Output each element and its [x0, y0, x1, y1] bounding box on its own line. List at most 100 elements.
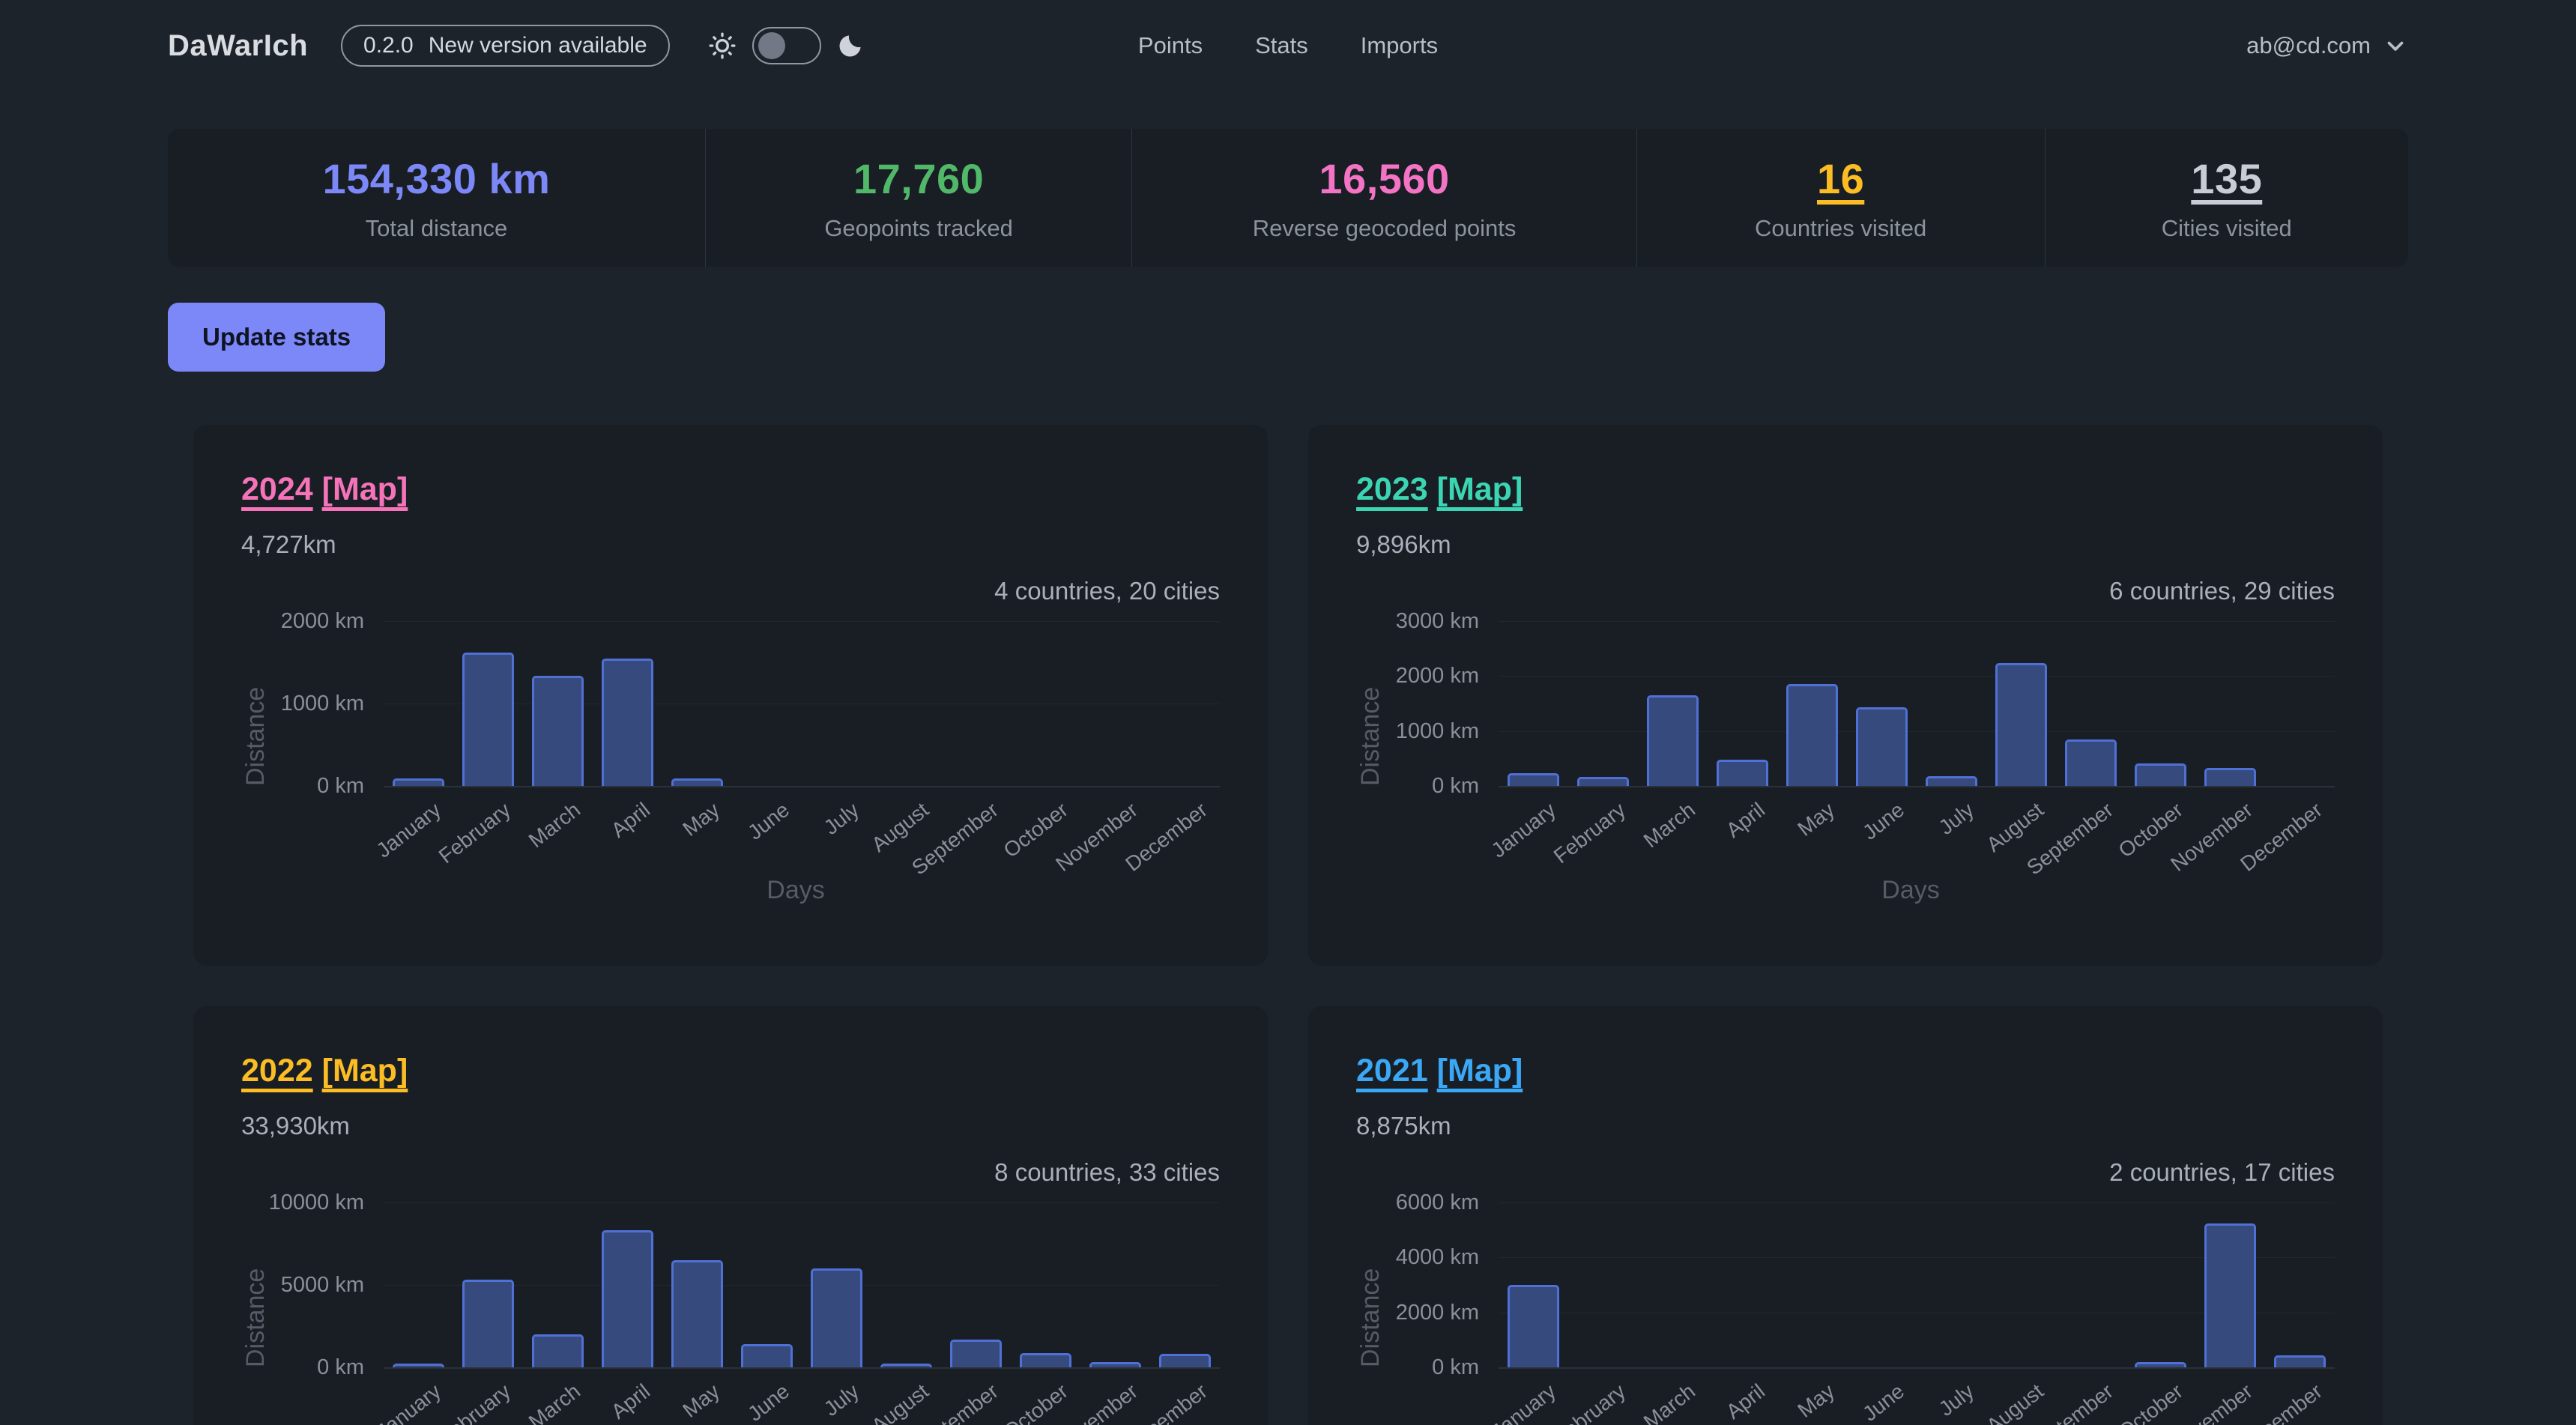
- stat-geopoints: 17,760 Geopoints tracked: [705, 129, 1132, 267]
- year-card-2023: 2023 [Map] 9,896km 6 countries, 29 citie…: [1308, 425, 2383, 966]
- x-tick-label: February: [1549, 1379, 1630, 1425]
- stat-value: 17,760: [853, 154, 984, 203]
- chart-bar: [1856, 707, 1907, 786]
- countries-visited-link[interactable]: 16: [1817, 154, 1864, 203]
- x-tick-label: May: [679, 798, 725, 841]
- chart-bar: [741, 1344, 792, 1367]
- stat-label: Total distance: [366, 215, 508, 242]
- x-tick-label: January: [1487, 1379, 1561, 1425]
- y-tick-label: 1000 km: [281, 692, 364, 715]
- card-head: 2024 [Map]: [241, 471, 1220, 507]
- chart-bar: [462, 653, 513, 786]
- app-logo[interactable]: DaWarIch: [168, 29, 308, 63]
- theme-toggle[interactable]: [752, 27, 821, 64]
- y-tick-label: 0 km: [317, 774, 364, 798]
- x-tick-label: June: [743, 798, 794, 845]
- distance-chart-2022: Distance 10000 km5000 km0 km JanuaryFebr…: [241, 1202, 1220, 1425]
- x-axis-title: Days: [1499, 876, 2323, 905]
- y-axis-title: Distance: [1356, 621, 1385, 786]
- header-left: DaWarIch 0.2.0 New version available: [168, 25, 865, 67]
- y-tick-label: 6000 km: [1396, 1190, 1479, 1214]
- x-tick-label: April: [1722, 798, 1770, 843]
- user-menu[interactable]: ab@cd.com: [2246, 32, 2408, 59]
- x-tick-label: June: [743, 1379, 794, 1425]
- year-distance: 33,930km: [241, 1111, 1220, 1141]
- nav-item-imports[interactable]: Imports: [1361, 32, 1438, 59]
- y-axis-ticks: 10000 km5000 km0 km: [271, 1202, 384, 1367]
- x-tick-label: October: [2114, 1379, 2188, 1425]
- y-tick-label: 2000 km: [281, 609, 364, 633]
- year-cards: 2024 [Map] 4,727km 4 countries, 20 citie…: [193, 425, 2383, 1425]
- x-tick-label: March: [1639, 1379, 1700, 1425]
- map-link[interactable]: [Map]: [322, 471, 408, 507]
- y-tick-label: 0 km: [1432, 1355, 1479, 1379]
- year-distance: 8,875km: [1356, 1111, 2335, 1141]
- gridline: [384, 1202, 1220, 1203]
- chart-bar: [602, 1230, 653, 1367]
- chart-bar: [1159, 1354, 1210, 1367]
- card-head: 2022 [Map]: [241, 1053, 1220, 1089]
- y-tick-label: 2000 km: [1396, 1301, 1479, 1325]
- card-head: 2021 [Map]: [1356, 1053, 2335, 1089]
- year-link[interactable]: 2021: [1356, 1053, 1428, 1089]
- year-card-2021: 2021 [Map] 8,875km 2 countries, 17 citie…: [1308, 1006, 2383, 1425]
- chart-bar: [393, 1364, 444, 1368]
- version-badge[interactable]: 0.2.0 New version available: [341, 25, 670, 67]
- chart-bar: [811, 1268, 862, 1367]
- y-axis-title: Distance: [241, 621, 270, 786]
- gridline: [1499, 676, 2335, 677]
- map-link[interactable]: [Map]: [322, 1053, 408, 1089]
- theme-switcher: [707, 27, 865, 64]
- update-stats-button[interactable]: Update stats: [168, 303, 385, 372]
- gridline: [1499, 621, 2335, 622]
- x-tick-label: July: [1935, 798, 1979, 840]
- chart-area: 3000 km2000 km1000 km0 km JanuaryFebruar…: [1386, 621, 2335, 787]
- x-tick-label: February: [435, 1379, 515, 1425]
- main-nav: Points Stats Imports: [1138, 32, 1438, 59]
- map-link[interactable]: [Map]: [1437, 471, 1523, 507]
- chart-bar: [532, 1334, 583, 1367]
- chart-bar: [462, 1280, 513, 1367]
- nav-item-points[interactable]: Points: [1138, 32, 1203, 59]
- chart-bar: [950, 1340, 1001, 1367]
- year-summary: 4 countries, 20 cities: [241, 576, 1220, 606]
- user-email: ab@cd.com: [2246, 32, 2371, 59]
- x-tick-label: March: [1639, 798, 1700, 853]
- chart-bar: [671, 1260, 722, 1367]
- chart-bar: [1020, 1353, 1071, 1367]
- stat-total-distance: 154,330 km Total distance: [168, 129, 705, 267]
- stat-cities-visited: 135 Cities visited: [2045, 129, 2408, 267]
- chart-bar: [532, 676, 583, 786]
- x-tick-label: July: [1935, 1379, 1979, 1421]
- nav-item-stats[interactable]: Stats: [1255, 32, 1308, 59]
- x-tick-label: March: [524, 798, 585, 853]
- year-distance: 9,896km: [1356, 530, 2335, 560]
- y-axis-ticks: 3000 km2000 km1000 km0 km: [1386, 621, 1499, 786]
- y-tick-label: 3000 km: [1396, 609, 1479, 633]
- x-tick-label: June: [1858, 1379, 1909, 1425]
- chart-bar: [2135, 763, 2186, 786]
- chart-bar: [2204, 1223, 2255, 1368]
- card-head: 2023 [Map]: [1356, 471, 2335, 507]
- stat-reverse-geocoded: 16,560 Reverse geocoded points: [1131, 129, 1636, 267]
- chevron-down-icon: [2383, 33, 2408, 58]
- year-distance: 4,727km: [241, 530, 1220, 560]
- y-axis-ticks: 2000 km1000 km0 km: [271, 621, 384, 786]
- distance-chart-2021: Distance 6000 km4000 km2000 km0 km Janua…: [1356, 1202, 2335, 1425]
- x-axis-title: Days: [384, 876, 1208, 905]
- year-link[interactable]: 2023: [1356, 471, 1428, 507]
- chart-bar: [1717, 760, 1768, 786]
- map-link[interactable]: [Map]: [1437, 1053, 1523, 1089]
- chart-plot: JanuaryFebruaryMarchAprilMayJuneJulyAugu…: [1499, 1202, 2335, 1369]
- year-link[interactable]: 2022: [241, 1053, 313, 1089]
- distance-chart-2023: Distance 3000 km2000 km1000 km0 km Janua…: [1356, 621, 2335, 905]
- stat-value: 16,560: [1319, 154, 1449, 203]
- chart-plot: JanuaryFebruaryMarchAprilMayJuneJulyAugu…: [1499, 621, 2335, 787]
- cities-visited-link[interactable]: 135: [2191, 154, 2262, 203]
- chart-bar: [2274, 1355, 2325, 1367]
- x-tick-label: March: [524, 1379, 585, 1425]
- x-tick-label: May: [1794, 1379, 1839, 1423]
- stat-label: Countries visited: [1755, 215, 1926, 242]
- chart-bar: [1577, 777, 1628, 786]
- year-link[interactable]: 2024: [241, 471, 313, 507]
